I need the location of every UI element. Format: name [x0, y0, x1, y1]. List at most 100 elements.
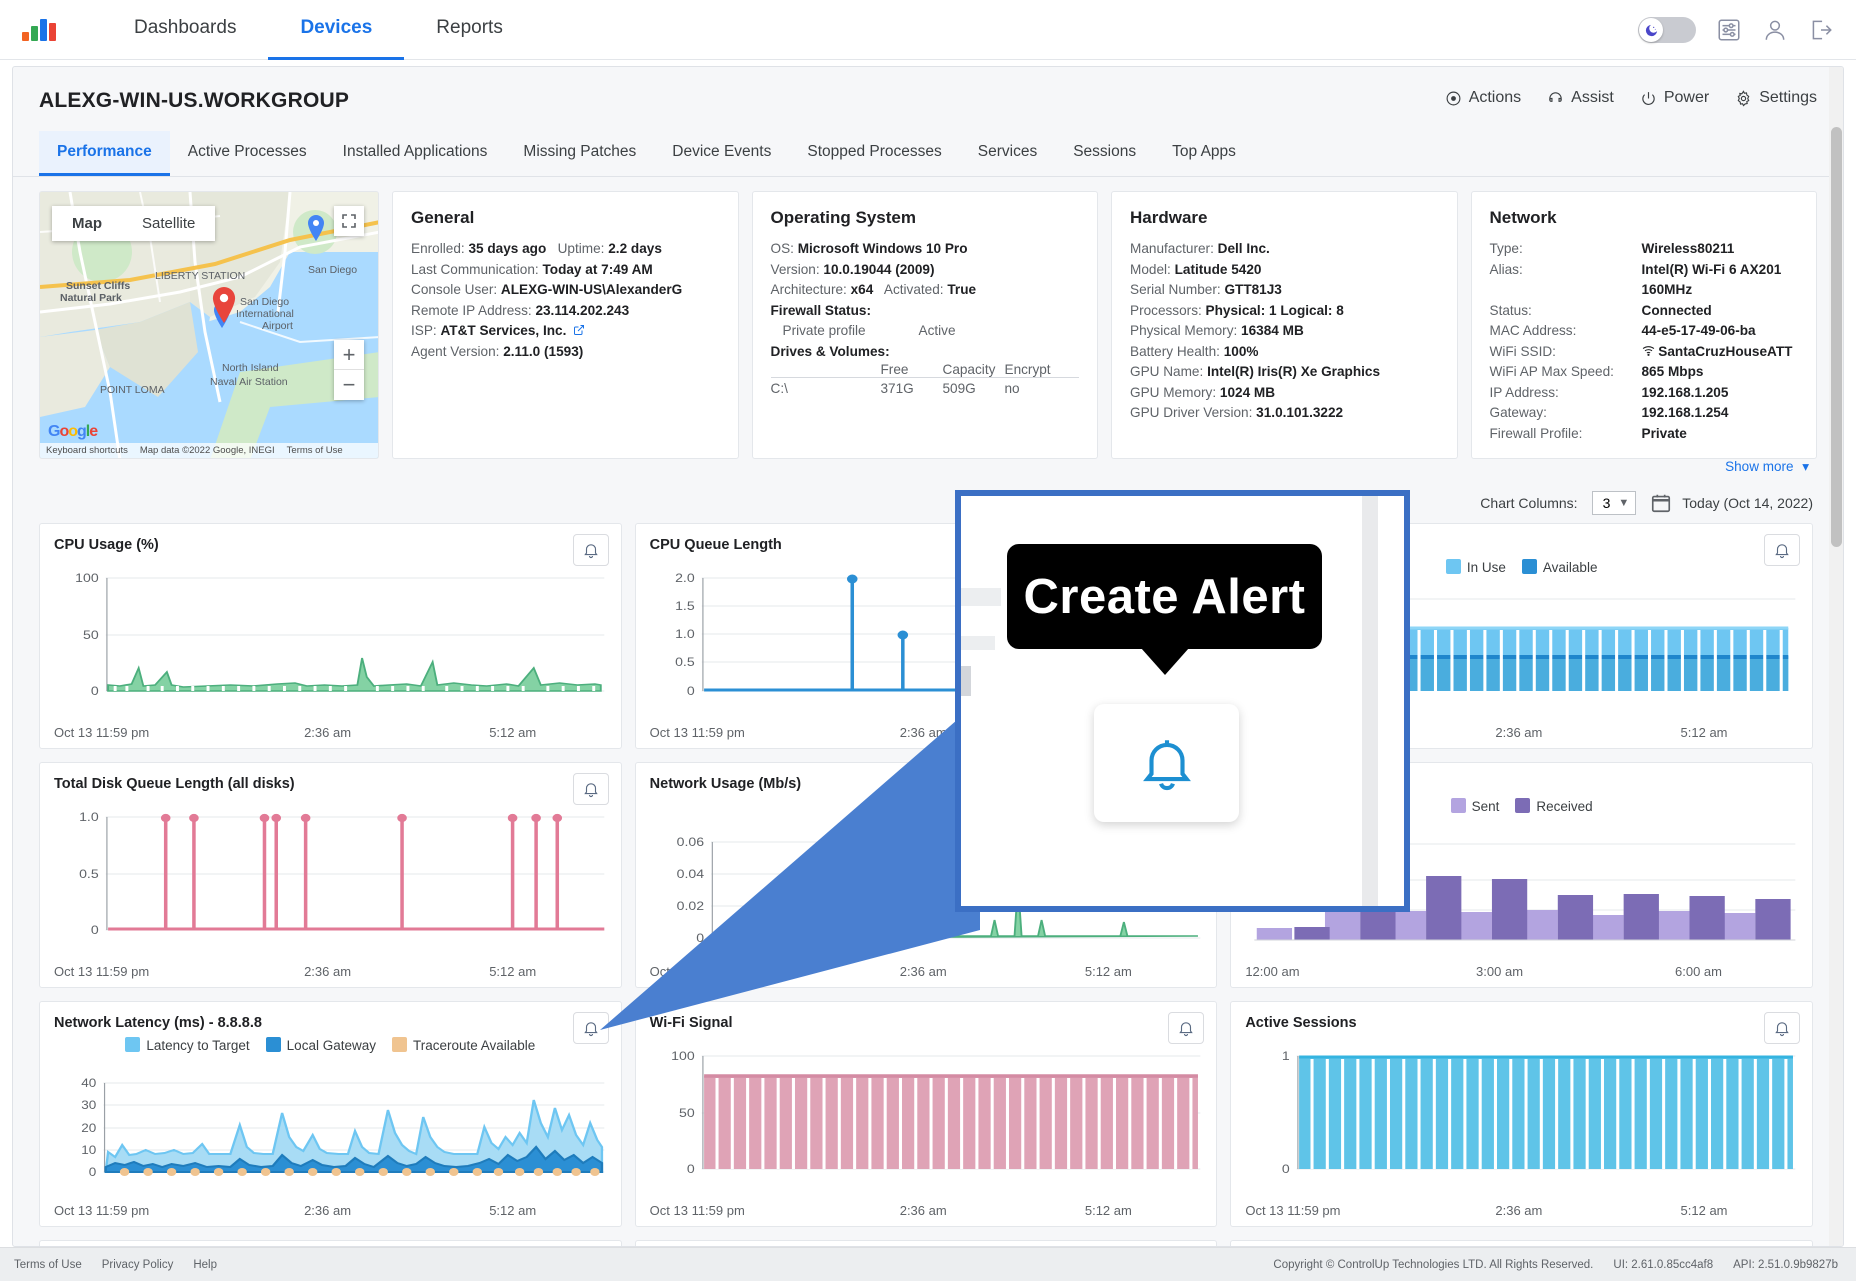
create-alert-button[interactable] — [1764, 534, 1800, 566]
label: ISP: — [411, 323, 437, 338]
label: Model: — [1130, 261, 1171, 277]
cell-capacity: 509G — [942, 381, 976, 396]
map-terms-of-use[interactable]: Terms of Use — [287, 445, 343, 456]
legend-item-latency-to-target[interactable]: Latency to Target — [125, 1037, 250, 1053]
general-row-isp: ISP: AT&T Services, Inc. — [411, 321, 720, 342]
preferences-icon[interactable] — [1716, 17, 1742, 43]
value: x64 — [850, 282, 874, 297]
tab-active-processes[interactable]: Active Processes — [170, 131, 325, 176]
create-alert-button[interactable] — [1764, 1012, 1800, 1044]
create-alert-button-magnified[interactable] — [1094, 704, 1239, 822]
legend-item-available[interactable]: Available — [1521, 559, 1597, 575]
legend-item-local-gateway[interactable]: Local Gateway — [265, 1037, 376, 1053]
create-alert-button[interactable] — [572, 534, 609, 566]
svg-text:50: 50 — [83, 628, 99, 642]
svg-text:10: 10 — [81, 1144, 96, 1157]
bell-icon — [1775, 544, 1789, 558]
map-label: Sunset Cliffs — [66, 280, 131, 292]
assist-button[interactable]: Assist — [1547, 89, 1614, 107]
create-alert-button[interactable] — [1168, 1012, 1205, 1044]
net-value-type: Wireless80211 — [1641, 241, 1735, 256]
legend-item-received[interactable]: Received — [1515, 798, 1593, 814]
nav-tab-reports[interactable]: Reports — [404, 0, 535, 60]
x-tick: Oct 13 11:59 pm — [54, 964, 150, 979]
footer-link-help[interactable]: Help — [193, 1259, 217, 1271]
footer-link-terms-of-use[interactable]: Terms of Use — [14, 1259, 82, 1271]
user-icon[interactable] — [1762, 17, 1788, 43]
tab-sessions[interactable]: Sessions — [1055, 131, 1154, 176]
col-free: Free — [880, 362, 909, 377]
x-tick: 2:36 am — [304, 964, 352, 979]
chart-title: Network Latency (ms) - 8.8.8.8 — [54, 1015, 262, 1031]
settings-button[interactable]: Settings — [1735, 89, 1817, 107]
nav-tab-devices[interactable]: Devices — [268, 0, 405, 60]
map-zoom-in-button[interactable]: + — [334, 340, 364, 370]
chart-svg: 100 50 0 — [671, 1049, 1200, 1176]
tab-label: Top Apps — [1172, 143, 1236, 160]
map-zoom-out-button[interactable]: − — [334, 370, 364, 400]
svg-text:1.5: 1.5 — [675, 599, 695, 613]
net-label-apspeed: WiFi AP Max Speed: — [1489, 364, 1614, 379]
chart-columns-select[interactable]: 3 ▼ — [1591, 491, 1637, 515]
value: 100% — [1223, 343, 1259, 359]
tab-top-apps[interactable]: Top Apps — [1154, 131, 1254, 176]
chart-svg: 40 30 20 10 0 — [81, 1077, 605, 1179]
chart-partial-3 — [1230, 1240, 1813, 1246]
label: Agent Version: — [411, 343, 500, 359]
actions-button[interactable]: Actions — [1445, 89, 1521, 107]
tab-stopped-processes[interactable]: Stopped Processes — [789, 131, 959, 176]
power-button[interactable]: Power — [1640, 89, 1709, 107]
tab-label: Missing Patches — [523, 143, 637, 160]
os-row-os: OS: Microsoft Windows 10 Pro — [771, 239, 1080, 260]
tab-services[interactable]: Services — [960, 131, 1055, 176]
value: GTT81J3 — [1224, 282, 1282, 297]
chart-plot: 100 50 0 Oct 13 11:59 pm 2:36 am 5:12 am — [54, 565, 607, 740]
show-more-button[interactable]: Show more ▾ — [1725, 459, 1809, 475]
legend-label: Local Gateway — [286, 1038, 376, 1053]
page-scrollbar[interactable] — [1829, 67, 1843, 1246]
value: Microsoft Windows 10 Pro — [797, 241, 968, 256]
chevron-down-icon: ▼ — [1618, 497, 1630, 509]
create-alert-button[interactable] — [572, 773, 609, 805]
map-label: POINT LOMA — [100, 384, 165, 396]
controlup-logo[interactable] — [22, 18, 56, 41]
label: GPU Name: — [1130, 364, 1204, 379]
label: Activated: — [883, 282, 944, 297]
svg-text:50: 50 — [679, 1106, 695, 1120]
general-row-console-user: Console User: ALEXG-WIN-US\AlexanderG — [411, 280, 720, 301]
legend-item-in-use[interactable]: In Use — [1445, 559, 1506, 575]
x-tick: Oct 13 11:59 pm — [1245, 1203, 1341, 1218]
dark-mode-toggle[interactable] — [1638, 17, 1696, 43]
map-button-map[interactable]: Map — [52, 206, 122, 241]
svg-text:0.06: 0.06 — [676, 835, 703, 849]
tab-missing-patches[interactable]: Missing Patches — [505, 131, 654, 176]
external-link-icon[interactable] — [573, 324, 585, 336]
map-button-satellite[interactable]: Satellite — [122, 206, 216, 241]
tab-device-events[interactable]: Device Events — [654, 131, 789, 176]
callout-bg-edge — [961, 666, 971, 696]
footer-link-privacy-policy[interactable]: Privacy Policy — [102, 1259, 174, 1271]
map-fullscreen-icon[interactable] — [334, 206, 364, 236]
map-keyboard-shortcuts[interactable]: Keyboard shortcuts — [46, 445, 128, 456]
legend-item-sent[interactable]: Sent — [1450, 798, 1499, 814]
tab-installed-applications[interactable]: Installed Applications — [325, 131, 506, 176]
legend-label: Traceroute Available — [412, 1038, 536, 1053]
date-range-picker[interactable]: Today (Oct 14, 2022) — [1650, 492, 1813, 514]
scrollbar-thumb[interactable] — [1831, 127, 1842, 547]
footer-meta: Copyright © ControlUp Technologies LTD. … — [1273, 1259, 1838, 1271]
location-map[interactable]: Sunset Cliffs Natural Park LIBERTY STATI… — [39, 191, 379, 459]
tab-performance[interactable]: Performance — [39, 131, 170, 176]
legend-item-traceroute-available[interactable]: Traceroute Available — [391, 1037, 536, 1053]
device-panel: ALEXG-WIN-US.WORKGROUP Actions Assist Po… — [12, 66, 1844, 1247]
map-label: International — [236, 308, 294, 320]
nav-tab-dashboards[interactable]: Dashboards — [102, 0, 268, 60]
x-tick: 2:36 am — [899, 964, 947, 979]
logout-icon[interactable] — [1808, 17, 1834, 43]
label: Physical Memory: — [1130, 323, 1238, 338]
create-alert-button[interactable] — [572, 1012, 609, 1044]
x-tick: Oct 13 11:59 pm — [54, 1203, 150, 1218]
value: ALEXG-WIN-US\AlexanderG — [500, 282, 683, 297]
legend-swatch — [265, 1037, 281, 1052]
general-row-enrolled: Enrolled: 35 days ago Uptime: 2.2 days — [411, 239, 720, 260]
col-encrypt: Encrypt — [1004, 362, 1051, 377]
